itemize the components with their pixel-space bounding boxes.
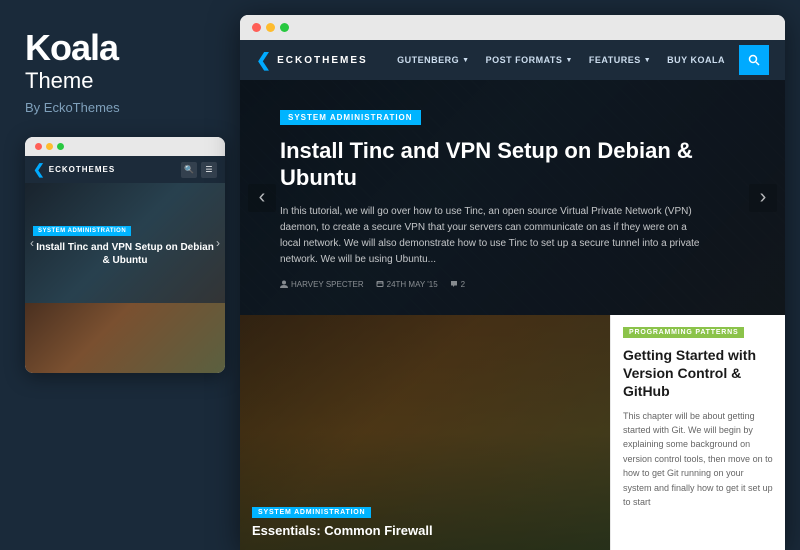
nav-link-features-label: FEATURES bbox=[589, 55, 641, 65]
hero-title: Install Tinc and VPN Setup on Debian & U… bbox=[280, 137, 700, 192]
cards-row: SYSTEM ADMINISTRATION Essentials: Common… bbox=[240, 315, 785, 550]
phone-card bbox=[25, 303, 225, 373]
card-left-content: SYSTEM ADMINISTRATION Essentials: Common… bbox=[252, 501, 598, 540]
phone-menu-button[interactable]: ☰ bbox=[201, 162, 217, 178]
nav-link-buy-koala-label: BUY KOALA bbox=[667, 55, 725, 65]
browser-mockup: ❮ ECKOTHEMES GUTENBERG ▼ POST FORMATS ▼ … bbox=[240, 15, 785, 550]
browser-dot-green bbox=[280, 23, 289, 32]
phone-nav-logo: ❮ ECKOTHEMES bbox=[33, 161, 115, 178]
hero-comment-count: 2 bbox=[461, 280, 465, 289]
card-right-text: This chapter will be about getting start… bbox=[623, 409, 773, 510]
brand-subtitle: Theme bbox=[25, 68, 215, 94]
phone-top-bar bbox=[25, 137, 225, 156]
phone-prev-arrow[interactable]: ‹ bbox=[30, 236, 34, 250]
hero-prev-arrow[interactable]: ‹ bbox=[248, 184, 276, 212]
card-right-badge: PROGRAMMING PATTERNS bbox=[623, 327, 744, 338]
hero-date: 24TH MAY '15 bbox=[376, 280, 438, 289]
phone-hero: ‹ SYSTEM ADMINISTRATION Install Tinc and… bbox=[25, 183, 225, 303]
card-right: PROGRAMMING PATTERNS Getting Started wit… bbox=[610, 315, 785, 550]
menu-icon: ☰ bbox=[205, 165, 212, 174]
card-left: SYSTEM ADMINISTRATION Essentials: Common… bbox=[240, 315, 610, 550]
nav-search-button[interactable] bbox=[739, 45, 769, 75]
hero-content: SYSTEM ADMINISTRATION Install Tinc and V… bbox=[280, 107, 700, 289]
phone-nav-brand: ECKOTHEMES bbox=[49, 165, 115, 174]
search-icon bbox=[748, 54, 760, 66]
comment-icon bbox=[450, 280, 458, 288]
hero-badge: SYSTEM ADMINISTRATION bbox=[280, 110, 421, 125]
card-left-title: Essentials: Common Firewall bbox=[252, 523, 598, 540]
hero-meta: HARVEY SPECTER 24TH MAY '15 2 bbox=[280, 280, 700, 289]
phone-dot-green bbox=[57, 143, 64, 150]
phone-hero-title: Install Tinc and VPN Setup on Debian & U… bbox=[33, 241, 217, 267]
calendar-icon bbox=[376, 280, 384, 288]
phone-nav: ❮ ECKOTHEMES 🔍 ☰ bbox=[25, 156, 225, 183]
site-nav-logo: ❮ ECKOTHEMES bbox=[256, 50, 368, 71]
site-logo-arrow-icon: ❮ bbox=[256, 50, 271, 71]
nav-link-features[interactable]: FEATURES ▼ bbox=[581, 40, 659, 80]
brand-title: Koala bbox=[25, 30, 215, 66]
chevron-down-icon: ▼ bbox=[462, 57, 469, 64]
nav-link-gutenberg[interactable]: GUTENBERG ▼ bbox=[389, 40, 477, 80]
nav-link-post-formats[interactable]: POST FORMATS ▼ bbox=[478, 40, 581, 80]
site-nav-links: GUTENBERG ▼ POST FORMATS ▼ FEATURES ▼ BU… bbox=[389, 40, 769, 80]
phone-hero-badge: SYSTEM ADMINISTRATION bbox=[33, 226, 131, 236]
phone-dot-yellow bbox=[46, 143, 53, 150]
hero-author-name: HARVEY SPECTER bbox=[291, 280, 364, 289]
browser-dot-red bbox=[252, 23, 261, 32]
search-icon: 🔍 bbox=[184, 165, 194, 174]
hero-comments: 2 bbox=[450, 280, 465, 289]
site-nav: ❮ ECKOTHEMES GUTENBERG ▼ POST FORMATS ▼ … bbox=[240, 40, 785, 80]
card-right-title: Getting Started with Version Control & G… bbox=[623, 346, 773, 401]
chevron-down-icon: ▼ bbox=[565, 57, 572, 64]
user-icon bbox=[280, 280, 288, 288]
browser-dot-yellow bbox=[266, 23, 275, 32]
hero-author: HARVEY SPECTER bbox=[280, 280, 364, 289]
phone-dot-red bbox=[35, 143, 42, 150]
card-left-badge: SYSTEM ADMINISTRATION bbox=[252, 507, 371, 518]
phone-hero-content: SYSTEM ADMINISTRATION Install Tinc and V… bbox=[33, 219, 217, 267]
nav-link-post-formats-label: POST FORMATS bbox=[486, 55, 563, 65]
hero-section: ‹ SYSTEM ADMINISTRATION Install Tinc and… bbox=[240, 80, 785, 315]
browser-top-bar bbox=[240, 15, 785, 40]
phone-next-arrow[interactable]: › bbox=[216, 236, 220, 250]
hero-date-value: 24TH MAY '15 bbox=[387, 280, 438, 289]
phone-nav-icons: 🔍 ☰ bbox=[181, 162, 217, 178]
nav-arrow-icon: ❮ bbox=[33, 161, 45, 178]
phone-card-image bbox=[25, 303, 225, 373]
site-nav-brand: ECKOTHEMES bbox=[277, 55, 368, 66]
phone-mockup: ❮ ECKOTHEMES 🔍 ☰ ‹ SYSTEM ADMINISTRATION… bbox=[25, 137, 225, 373]
hero-text: In this tutorial, we will go over how to… bbox=[280, 204, 700, 268]
nav-link-gutenberg-label: GUTENBERG bbox=[397, 55, 459, 65]
nav-link-buy-koala[interactable]: BUY KOALA bbox=[659, 40, 733, 80]
chevron-down-icon: ▼ bbox=[644, 57, 651, 64]
left-panel: Koala Theme By EckoThemes ❮ ECKOTHEMES 🔍… bbox=[0, 0, 240, 550]
phone-search-button[interactable]: 🔍 bbox=[181, 162, 197, 178]
brand-by: By EckoThemes bbox=[25, 100, 215, 115]
hero-next-arrow[interactable]: › bbox=[749, 184, 777, 212]
